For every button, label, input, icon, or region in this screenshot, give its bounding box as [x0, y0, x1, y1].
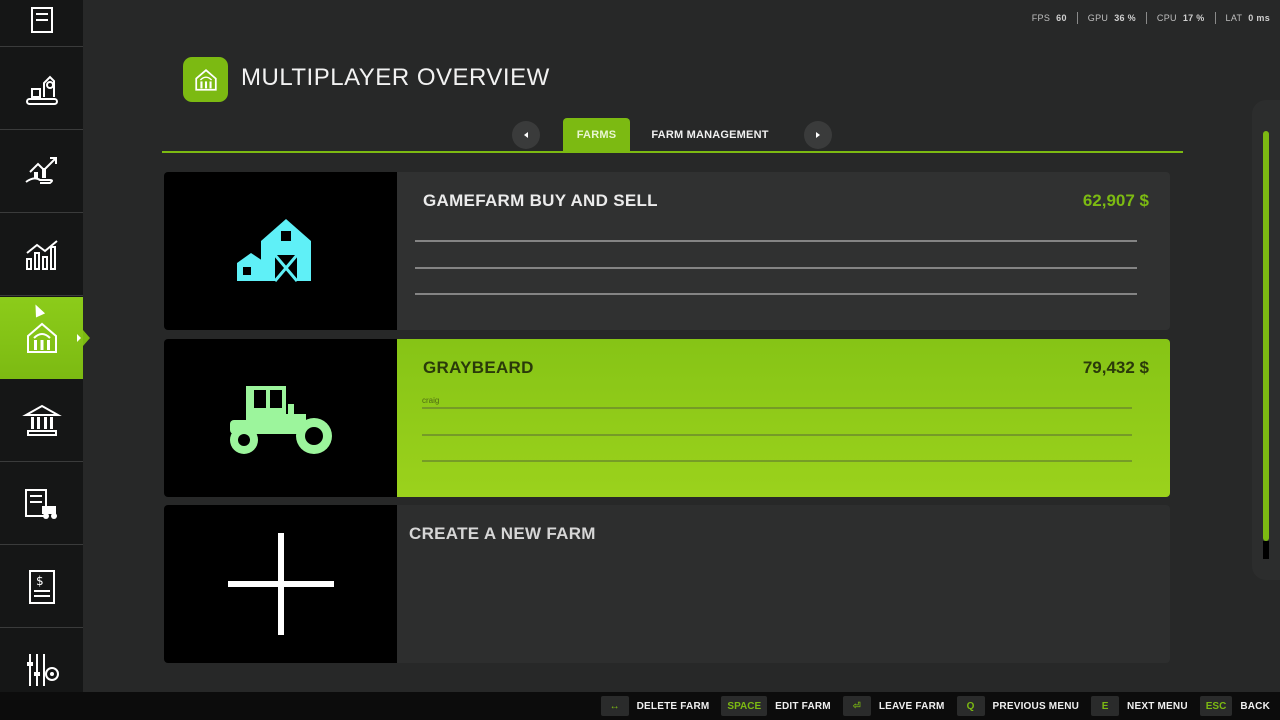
hint-edit-farm[interactable]: SPACE EDIT FARM — [721, 696, 831, 716]
scrollbar-thumb[interactable] — [1263, 131, 1269, 541]
key-badge: ↔ — [600, 696, 629, 716]
tractor-icon — [229, 386, 332, 454]
header-farm-icon — [183, 57, 228, 102]
vehicles-icon — [24, 488, 57, 519]
hint-label: NEXT MENU — [1127, 700, 1188, 712]
price-list-icon: $ — [28, 569, 55, 604]
scrollbar-end — [1263, 541, 1269, 559]
member-slot-line — [422, 460, 1132, 462]
hint-delete-farm[interactable]: ↔ DELETE FARM — [600, 696, 710, 716]
farm-thumbnail — [164, 339, 397, 497]
hint-label: EDIT FARM — [775, 700, 831, 712]
farm-name: GRAYBEARD — [423, 358, 534, 377]
performance-stats: FPS 60 GPU 36 % CPU 17 % LAT 0 ms — [1022, 12, 1270, 24]
latency-stat: LAT 0 ms — [1225, 13, 1270, 23]
hint-leave-farm[interactable]: ⏎ LEAVE FARM — [842, 696, 945, 716]
fps-stat: FPS 60 — [1022, 12, 1078, 24]
active-indicator — [77, 334, 81, 342]
farm-card-body: GRAYBEARD 79,432 $ craig — [397, 339, 1170, 497]
member-slot-line — [415, 240, 1137, 242]
farm-member: craig — [422, 396, 440, 405]
tab-next-button[interactable] — [804, 121, 832, 149]
gpu-stat: GPU 36 % — [1078, 12, 1147, 24]
sidebar-item-contracts[interactable] — [0, 0, 83, 47]
farm-name: GAMEFARM BUY AND SELL — [423, 191, 658, 210]
key-badge: ⏎ — [842, 696, 871, 716]
hint-label: PREVIOUS MENU — [992, 700, 1080, 712]
barn-icon — [236, 219, 311, 282]
create-farm-label: CREATE A NEW FARM — [409, 524, 596, 543]
key-badge: ESC — [1199, 696, 1233, 716]
sidebar-item-price-list[interactable]: $ — [0, 546, 83, 628]
chevron-right-icon — [816, 132, 820, 138]
farm-money: 62,907 $ — [1082, 191, 1149, 210]
member-slot-line — [422, 434, 1132, 436]
member-slot-line — [415, 293, 1137, 295]
hint-next-menu[interactable]: E NEXT MENU — [1091, 696, 1188, 716]
contracts-icon — [30, 6, 53, 33]
create-farm-thumbnail — [164, 505, 397, 663]
tab-farm-management[interactable]: FARM MANAGEMENT — [640, 118, 780, 152]
create-farm-body: CREATE A NEW FARM — [397, 505, 1170, 663]
sidebar-item-vehicles[interactable] — [0, 463, 83, 545]
farm-icon — [26, 322, 57, 353]
hint-label: LEAVE FARM — [878, 700, 945, 712]
sidebar-item-statistics[interactable] — [0, 214, 83, 296]
create-farm-card[interactable]: CREATE A NEW FARM — [164, 505, 1170, 663]
settings-icon — [26, 654, 59, 686]
page-title: MULTIPLAYER OVERVIEW — [241, 64, 550, 91]
plus-icon — [227, 533, 334, 635]
bank-icon — [21, 404, 62, 436]
member-slot-line — [415, 267, 1137, 269]
sidebar-item-finances[interactable] — [0, 131, 83, 213]
farm-money: 79,432 $ — [1082, 358, 1149, 377]
production-icon — [25, 75, 58, 105]
cpu-stat: CPU 17 % — [1147, 12, 1216, 24]
farm-icon — [194, 68, 217, 91]
hint-label: BACK — [1240, 700, 1270, 712]
farm-card-gamefarm[interactable]: GAMEFARM BUY AND SELL 62,907 $ — [164, 172, 1170, 330]
tab-underline — [162, 151, 1183, 153]
farm-thumbnail — [164, 172, 397, 330]
hint-label: DELETE FARM — [636, 700, 710, 712]
svg-text:$: $ — [36, 574, 44, 588]
farm-card-graybeard[interactable]: GRAYBEARD 79,432 $ craig — [164, 339, 1170, 497]
sidebar-item-production[interactable] — [0, 48, 83, 130]
hint-previous-menu[interactable]: Q PREVIOUS MENU — [956, 696, 1080, 716]
tab-prev-button[interactable] — [512, 121, 540, 149]
hint-back[interactable]: ESC BACK — [1199, 696, 1270, 716]
sidebar: $ — [0, 0, 90, 692]
key-badge: Q — [956, 696, 985, 716]
member-slot-line — [422, 407, 1132, 409]
scrollbar[interactable] — [1262, 128, 1270, 560]
key-badge: SPACE — [721, 696, 768, 716]
sidebar-item-bank[interactable] — [0, 380, 83, 462]
statistics-icon — [25, 239, 58, 270]
key-badge: E — [1091, 696, 1120, 716]
footer-hints: ↔ DELETE FARM SPACE EDIT FARM ⏎ LEAVE FARM … — [0, 692, 1280, 720]
tab-farms[interactable]: FARMS — [563, 118, 630, 152]
chevron-left-icon — [524, 132, 528, 138]
farm-card-body: GAMEFARM BUY AND SELL 62,907 $ — [397, 172, 1170, 330]
finances-icon — [24, 156, 57, 184]
